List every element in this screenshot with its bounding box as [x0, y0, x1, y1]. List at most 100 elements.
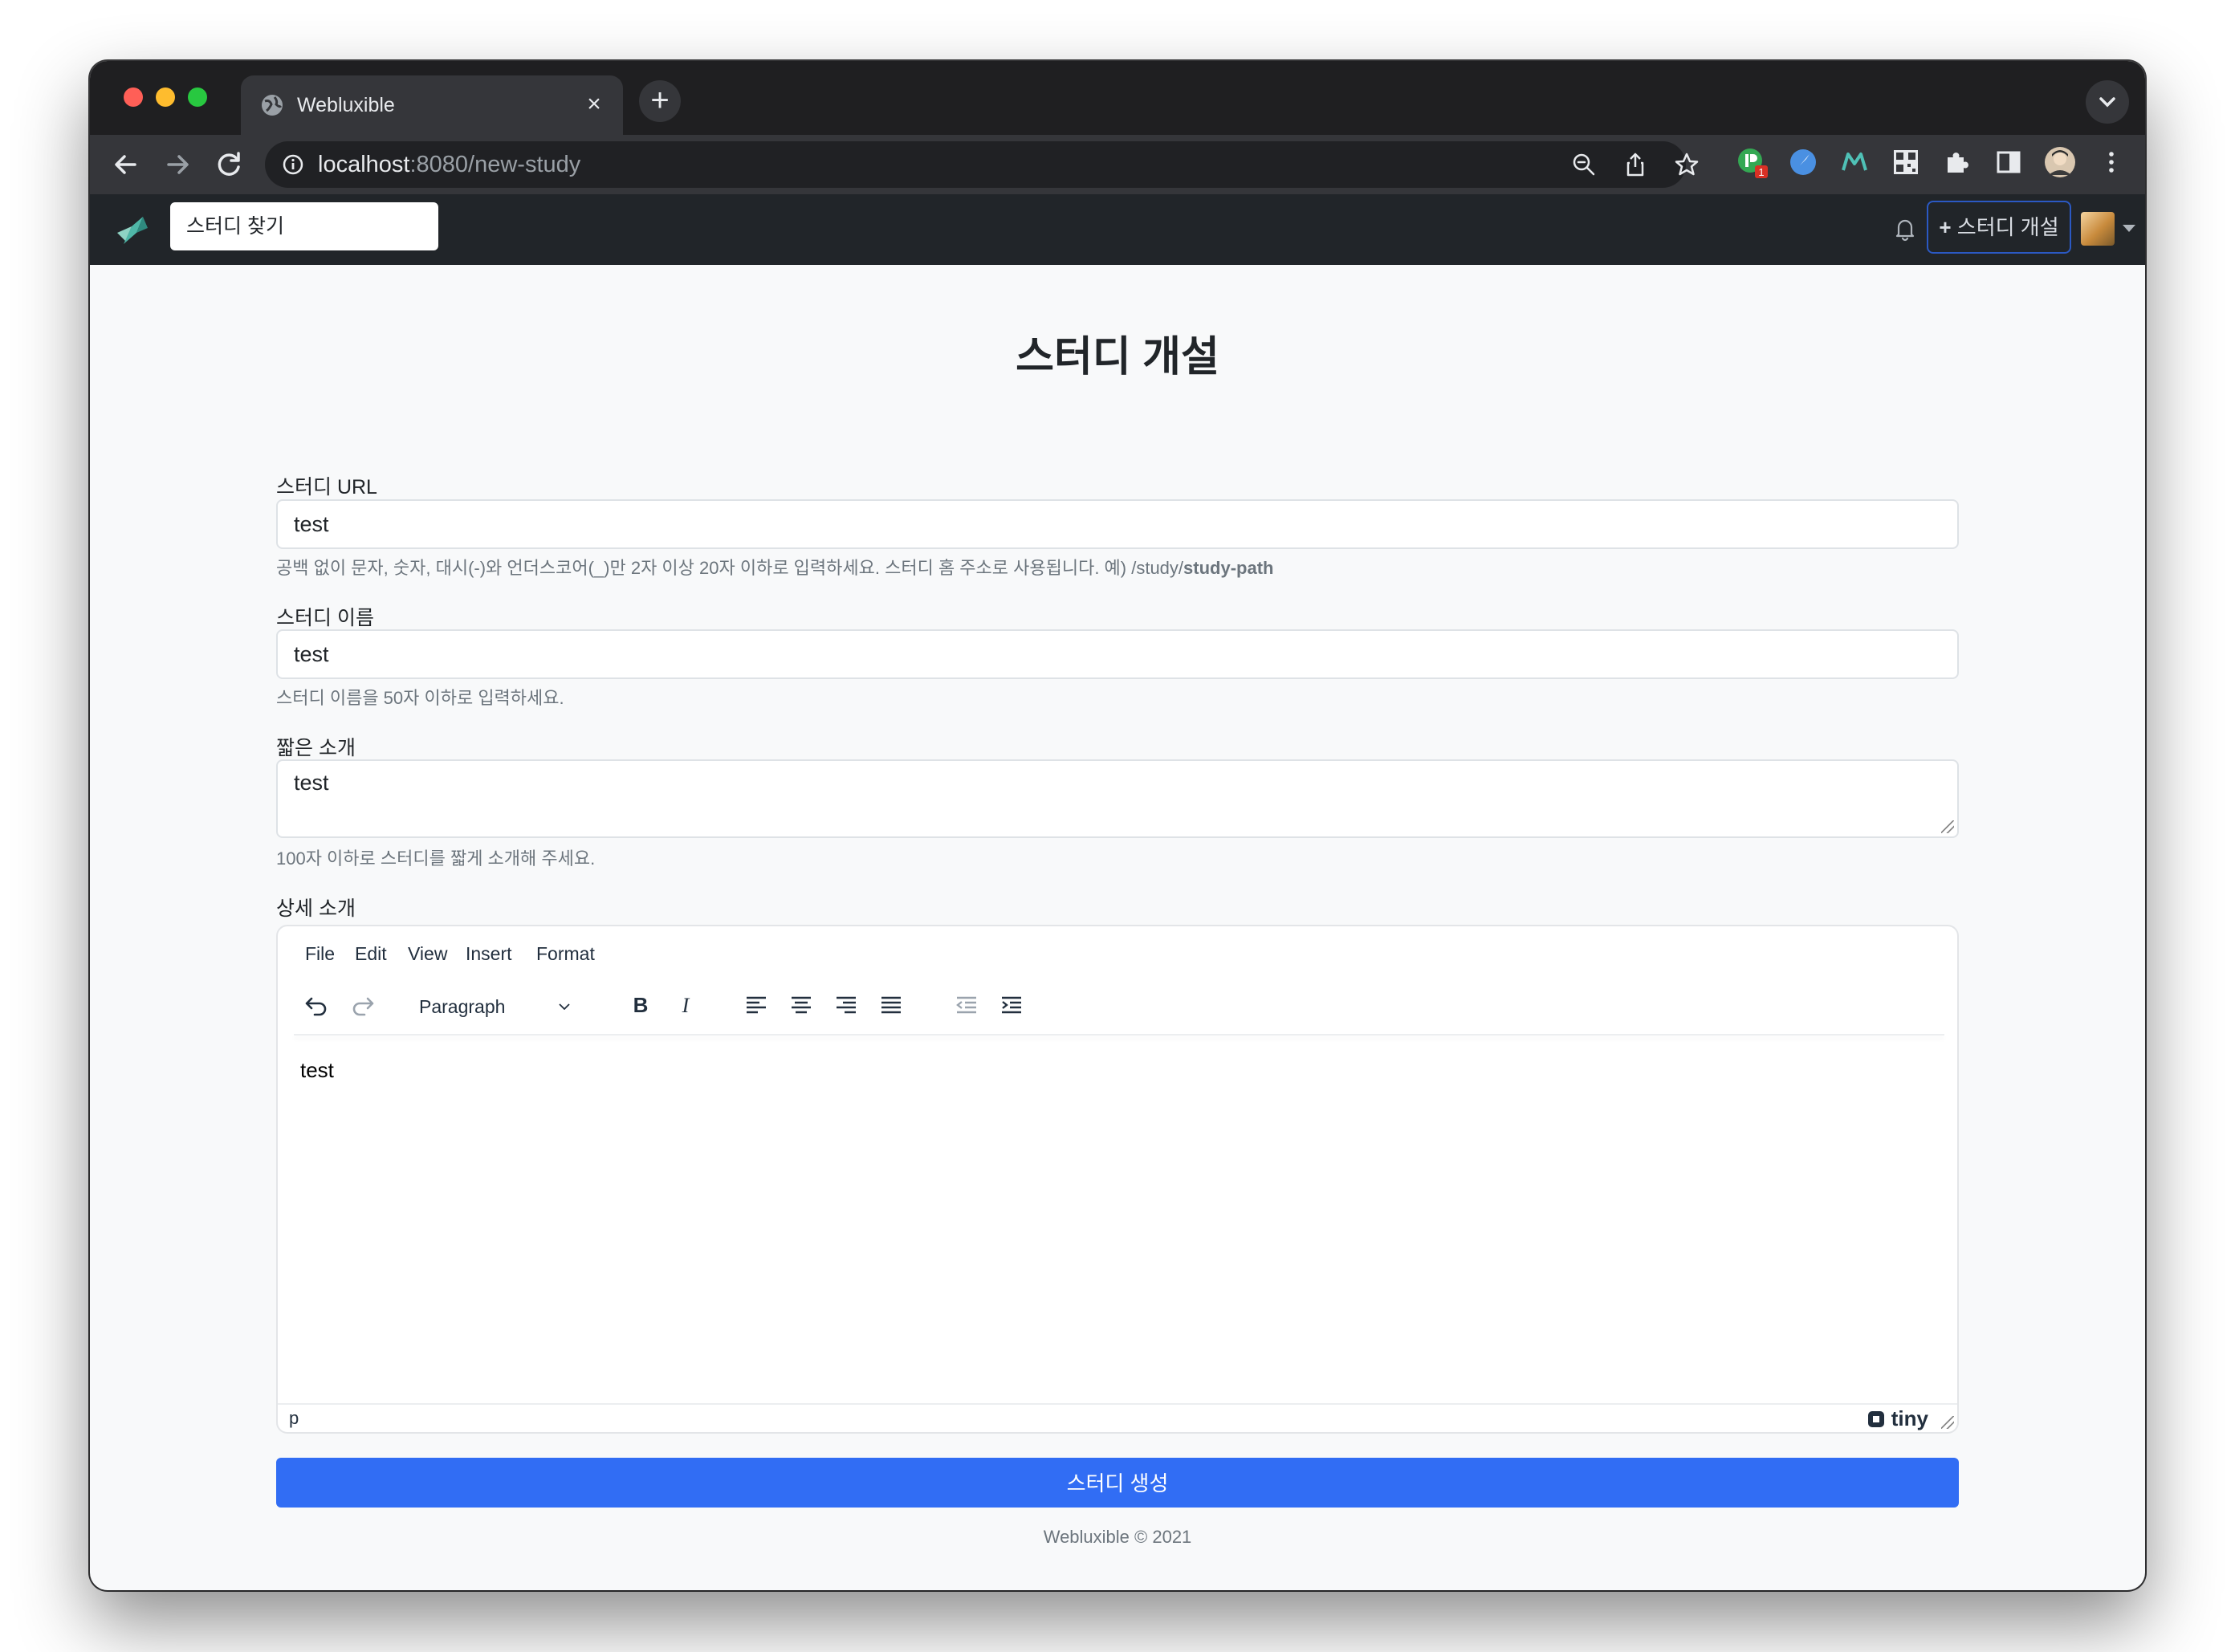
brand-logo-icon[interactable]: [112, 209, 154, 250]
browser-window: Webluxible × + localhost:8080/new-study …: [90, 61, 2145, 1590]
editor-content[interactable]: test: [300, 1058, 334, 1083]
study-url-help-example: study-path: [1183, 558, 1274, 578]
maximize-window-button[interactable]: [188, 87, 207, 107]
back-icon[interactable]: [108, 146, 145, 183]
menu-edit[interactable]: Edit: [355, 938, 387, 970]
align-center-button[interactable]: [785, 989, 817, 1021]
statusbar-divider: [278, 1403, 1957, 1405]
short-description-label: 짧은 소개: [276, 737, 356, 759]
short-description-help: 100자 이하로 스터디를 짧게 소개해 주세요.: [276, 848, 596, 869]
menu-insert[interactable]: Insert: [466, 938, 512, 970]
element-path[interactable]: p: [289, 1408, 299, 1429]
study-url-help: 공백 없이 문자, 숫자, 대시(-)와 언더스코어(_)만 2자 이상 20자…: [276, 554, 1274, 580]
close-window-button[interactable]: [124, 87, 143, 107]
align-left-button[interactable]: [740, 989, 772, 1021]
share-icon[interactable]: [1622, 151, 1649, 178]
undo-icon: [305, 997, 327, 1016]
extension-green-icon[interactable]: 1: [1736, 146, 1768, 178]
study-name-label: 스터디 이름: [276, 607, 374, 629]
study-url-help-text: 공백 없이 문자, 숫자, 대시(-)와 언더스코어(_)만 2자 이상 20자…: [276, 558, 1184, 578]
tab-title: Webluxible: [297, 94, 395, 116]
minimize-window-button[interactable]: [156, 87, 175, 107]
menu-file[interactable]: File: [305, 938, 335, 970]
outdent-button[interactable]: [951, 989, 983, 1021]
footer-copyright: Webluxible © 2021: [1043, 1527, 1192, 1547]
study-search-input[interactable]: [170, 202, 438, 250]
plus-icon: +: [1939, 215, 1952, 239]
undo-button[interactable]: [300, 989, 332, 1021]
study-url-label: 스터디 URL: [276, 476, 377, 498]
puzzle-icon[interactable]: [1941, 146, 1973, 178]
side-panel-icon[interactable]: [1993, 146, 2025, 178]
short-description-value: test: [294, 771, 329, 795]
bookmark-star-icon[interactable]: [1673, 151, 1700, 178]
create-study-submit-button[interactable]: 스터디 생성: [276, 1458, 1959, 1508]
tiny-logo-icon: [1867, 1411, 1884, 1427]
address-bar[interactable]: localhost:8080/new-study: [265, 141, 1699, 188]
editor-resize-handle-icon[interactable]: [1941, 1416, 1954, 1429]
align-center-icon: [792, 996, 811, 1014]
bold-icon: B: [633, 993, 649, 1017]
study-url-value: test: [294, 512, 329, 536]
chevron-down-icon: [2099, 97, 2115, 108]
close-tab-icon[interactable]: ×: [580, 90, 609, 119]
profile-avatar-icon[interactable]: [2044, 146, 2076, 178]
study-name-value: test: [294, 642, 329, 666]
url-text: localhost:8080/new-study: [318, 151, 580, 178]
browser-menu-icon[interactable]: [2095, 146, 2127, 178]
align-justify-icon: [881, 996, 901, 1014]
full-description-label: 상세 소개: [276, 897, 356, 920]
italic-icon: I: [682, 994, 690, 1017]
chevron-down-icon[interactable]: [559, 1003, 570, 1010]
block-format-value: Paragraph: [419, 996, 506, 1017]
menu-format[interactable]: Format: [536, 938, 595, 970]
align-left-icon: [747, 996, 766, 1014]
notification-bell-icon[interactable]: [1891, 215, 1919, 242]
tiny-brand-text: tiny: [1891, 1406, 1928, 1430]
svg-text:I: I: [682, 994, 690, 1017]
extension-m-icon[interactable]: [1838, 146, 1871, 178]
create-study-button[interactable]: + 스터디 개설: [1927, 201, 2071, 254]
page-title: 스터디 개설: [1016, 334, 1219, 380]
extension-compass-icon[interactable]: [1787, 146, 1819, 178]
forward-icon[interactable]: [159, 146, 196, 183]
toolbar-divider: [294, 1034, 1944, 1036]
app-navbar: + 스터디 개설: [90, 194, 2145, 265]
browser-tab[interactable]: Webluxible ×: [241, 75, 623, 135]
bold-button[interactable]: B: [625, 989, 657, 1021]
align-right-icon: [837, 996, 856, 1014]
url-path: :8080/new-study: [409, 152, 581, 177]
italic-button[interactable]: I: [670, 989, 702, 1021]
svg-text:B: B: [633, 993, 649, 1017]
extension-badge: 1: [1758, 166, 1764, 178]
rich-text-editor: File Edit View Insert Format Paragraph B…: [276, 925, 1959, 1434]
align-right-button[interactable]: [830, 989, 862, 1021]
reload-icon[interactable]: [210, 146, 247, 183]
short-description-textarea[interactable]: test: [276, 759, 1959, 838]
block-format-select[interactable]: Paragraph: [419, 991, 572, 1023]
study-name-help: 스터디 이름을 50자 이하로 입력하세요.: [276, 688, 564, 708]
info-icon[interactable]: [281, 153, 305, 177]
resize-handle-icon[interactable]: [1941, 820, 1954, 833]
indent-icon: [1002, 996, 1021, 1014]
globe-icon: [262, 95, 283, 116]
new-tab-button[interactable]: +: [639, 80, 681, 122]
study-url-input[interactable]: test: [276, 499, 1959, 549]
url-host: localhost: [318, 152, 410, 177]
browser-toolbar: localhost:8080/new-study 1: [90, 135, 2145, 194]
redo-icon: [352, 997, 374, 1016]
outdent-icon: [956, 996, 976, 1014]
caret-down-icon[interactable]: [2123, 225, 2135, 232]
tiny-brand[interactable]: tiny: [1867, 1406, 1928, 1431]
tab-search-button[interactable]: [2086, 80, 2129, 124]
tab-strip: Webluxible × +: [90, 61, 2145, 135]
create-study-label: 스터디 개설: [1956, 215, 2059, 239]
qr-code-icon[interactable]: [1890, 146, 1922, 178]
menu-view[interactable]: View: [408, 938, 447, 970]
redo-button[interactable]: [347, 989, 379, 1021]
align-justify-button[interactable]: [875, 989, 907, 1021]
study-name-input[interactable]: test: [276, 629, 1959, 679]
user-avatar[interactable]: [2081, 212, 2115, 246]
zoom-icon[interactable]: [1570, 151, 1598, 178]
indent-button[interactable]: [995, 989, 1028, 1021]
